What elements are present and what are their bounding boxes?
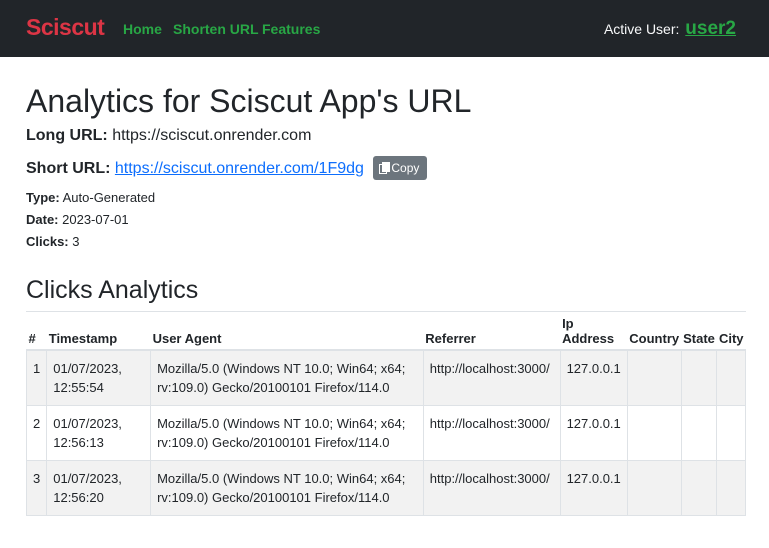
cell-country: [626, 349, 682, 406]
clicks-label: Clicks:: [26, 234, 69, 249]
col-city: City: [716, 313, 746, 351]
col-user-agent: User Agent: [150, 313, 424, 351]
cell-state: [680, 405, 718, 461]
nav-link-features[interactable]: Features: [262, 21, 320, 37]
cell-num: 2: [25, 405, 48, 461]
cell-state: [680, 460, 718, 516]
cell-user-agent: Mozilla/5.0 (Windows NT 10.0; Win64; x64…: [150, 405, 424, 461]
col-num: #: [26, 313, 47, 351]
active-user-label: Active User:: [603, 21, 680, 37]
col-country: Country: [627, 313, 682, 351]
date-label: Date:: [26, 212, 59, 227]
cell-city: [716, 460, 746, 516]
cell-num: 1: [25, 349, 48, 406]
cell-timestamp: 01/07/2023, 12:56:13: [46, 405, 152, 461]
date-value: 2023-07-01: [62, 212, 129, 227]
page-title: Analytics for Sciscut App's URL: [26, 83, 472, 119]
short-url-row: Short URL: https://sciscut.onrender.com/…: [26, 156, 428, 180]
cell-referrer: http://localhost:3000/: [422, 460, 561, 516]
cell-city: [716, 349, 746, 406]
long-url-row: Long URL: https://sciscut.onrender.com: [26, 127, 311, 145]
type-row: Type: Auto-Generated: [26, 190, 155, 205]
type-label: Type:: [26, 190, 60, 205]
cell-referrer: http://localhost:3000/: [422, 405, 561, 461]
col-timestamp: Timestamp: [46, 313, 151, 351]
short-url-label: Short URL:: [26, 160, 111, 177]
date-row: Date: 2023-07-01: [26, 212, 129, 227]
cell-ip: 127.0.0.1: [559, 349, 628, 406]
long-url-label: Long URL:: [26, 127, 108, 144]
cell-num: 3: [25, 460, 48, 516]
nav-link-shorten-url[interactable]: Shorten URL: [173, 21, 259, 37]
cell-state: [680, 349, 718, 406]
cell-city: [716, 405, 746, 461]
type-value: Auto-Generated: [62, 190, 156, 205]
cell-country: [626, 460, 682, 516]
cell-user-agent: Mozilla/5.0 (Windows NT 10.0; Win64; x64…: [150, 349, 424, 406]
col-ip-address: Ip Address: [560, 313, 628, 351]
table-row: 3 01/07/2023, 12:56:20 Mozilla/5.0 (Wind…: [25, 460, 746, 516]
copy-button[interactable]: Copy: [373, 156, 428, 180]
cell-timestamp: 01/07/2023, 12:55:54: [46, 349, 152, 406]
nav-link-home[interactable]: Home: [123, 21, 162, 37]
clicks-analytics-heading: Clicks Analytics: [26, 276, 199, 304]
clicks-row: Clicks: 3: [26, 234, 80, 249]
navbar: Sciscut Home Shorten URL Features Active…: [0, 0, 769, 57]
table-row: 1 01/07/2023, 12:55:54 Mozilla/5.0 (Wind…: [25, 349, 746, 406]
divider: [26, 311, 746, 312]
col-referrer: Referrer: [423, 313, 561, 351]
cell-country: [626, 405, 682, 461]
active-user: Active User: user2: [604, 18, 736, 40]
col-state: State: [681, 313, 717, 351]
brand-logo[interactable]: Sciscut: [26, 14, 105, 41]
cell-referrer: http://localhost:3000/: [422, 349, 561, 406]
copy-button-label: Copy: [391, 161, 420, 175]
long-url-value: https://sciscut.onrender.com: [112, 127, 312, 144]
cell-user-agent: Mozilla/5.0 (Windows NT 10.0; Win64; x64…: [150, 460, 424, 516]
copy-icon: [379, 162, 391, 174]
clicks-table: # Timestamp User Agent Referrer Ip Addre…: [25, 313, 746, 516]
table-header-row: # Timestamp User Agent Referrer Ip Addre…: [26, 313, 746, 351]
short-url-link[interactable]: https://sciscut.onrender.com/1F9dg: [115, 160, 364, 177]
clicks-value: 3: [72, 234, 80, 249]
active-user-link[interactable]: user2: [685, 18, 736, 39]
cell-ip: 127.0.0.1: [559, 405, 628, 461]
cell-ip: 127.0.0.1: [559, 460, 628, 516]
cell-timestamp: 01/07/2023, 12:56:20: [46, 460, 152, 516]
table-row: 2 01/07/2023, 12:56:13 Mozilla/5.0 (Wind…: [25, 405, 746, 461]
